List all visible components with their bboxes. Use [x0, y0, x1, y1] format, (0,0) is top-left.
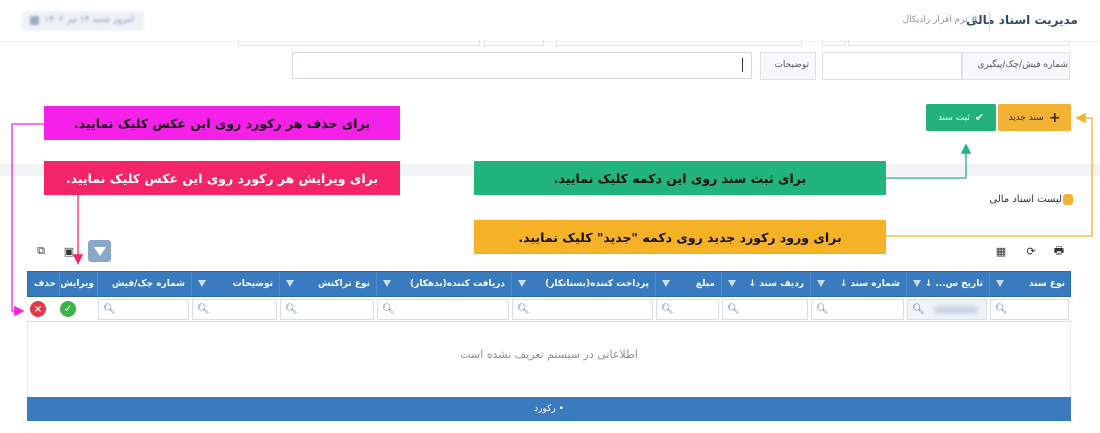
- new-arrow: [886, 112, 1093, 237]
- save-arrow: [886, 143, 972, 179]
- delete-arrow: [11, 123, 44, 317]
- annotation-arrows: [11, 112, 1093, 317]
